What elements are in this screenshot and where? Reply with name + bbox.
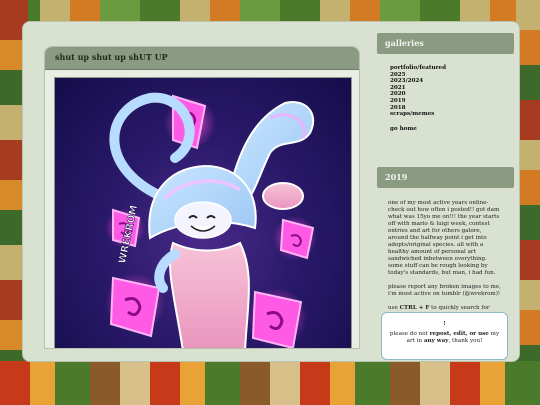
flame-bottom-right bbox=[247, 288, 307, 348]
year-description: one of my most active years online- chec… bbox=[377, 188, 514, 319]
background-bottom-tiles bbox=[0, 361, 540, 405]
gallery-link-2020[interactable]: 2020 bbox=[390, 91, 501, 98]
gallery-link-2021[interactable]: 2021 bbox=[390, 85, 501, 92]
report-paragraph: please report any broken images to me, i… bbox=[388, 284, 501, 297]
sidebar: galleries portfolio/featured 2025 2023/2… bbox=[377, 33, 514, 360]
about-paragraph: one of my most active years online- chec… bbox=[388, 200, 500, 276]
go-home-link[interactable]: go home bbox=[390, 126, 501, 133]
search-tip-prefix: use bbox=[388, 305, 400, 311]
pink-hand bbox=[262, 182, 304, 210]
gallery-link-portfolio[interactable]: portfolio/featured bbox=[390, 65, 501, 72]
notice-bold-2: any way bbox=[423, 338, 449, 345]
artwork-illustration: WREKROM bbox=[105, 92, 317, 348]
search-tip-keys: CTRL + F bbox=[399, 305, 430, 311]
gallery-link-2018[interactable]: 2018 bbox=[390, 105, 501, 112]
notice-exclamation: ! bbox=[443, 321, 446, 327]
year-heading: 2019 bbox=[377, 167, 514, 188]
character-body bbox=[169, 241, 250, 348]
gallery-link-scraps[interactable]: scraps/memes bbox=[390, 111, 501, 118]
gallery-links: portfolio/featured 2025 2023/2024 2021 2… bbox=[377, 54, 514, 167]
artwork-image[interactable]: WREKROM bbox=[54, 77, 352, 348]
usage-notice: ! please do not repost, edit, or use my … bbox=[381, 312, 508, 360]
background-top-tiles bbox=[0, 0, 540, 22]
galleries-heading: galleries bbox=[377, 33, 514, 54]
notice-text-1: please do not bbox=[389, 331, 430, 338]
flame-right bbox=[273, 216, 317, 260]
gallery-link-2025[interactable]: 2025 bbox=[390, 72, 501, 79]
notice-text-3: , thank you! bbox=[448, 338, 483, 345]
notice-bold-1: repost, edit, or use bbox=[429, 331, 489, 338]
post-title: shut up shut up shUT UP bbox=[45, 47, 359, 70]
gallery-link-2019[interactable]: 2019 bbox=[390, 98, 501, 105]
gallery-post: shut up shut up shUT UP WREKROM bbox=[44, 46, 360, 349]
gallery-link-2023-2024[interactable]: 2023/2024 bbox=[390, 78, 501, 85]
character-face bbox=[174, 201, 232, 239]
